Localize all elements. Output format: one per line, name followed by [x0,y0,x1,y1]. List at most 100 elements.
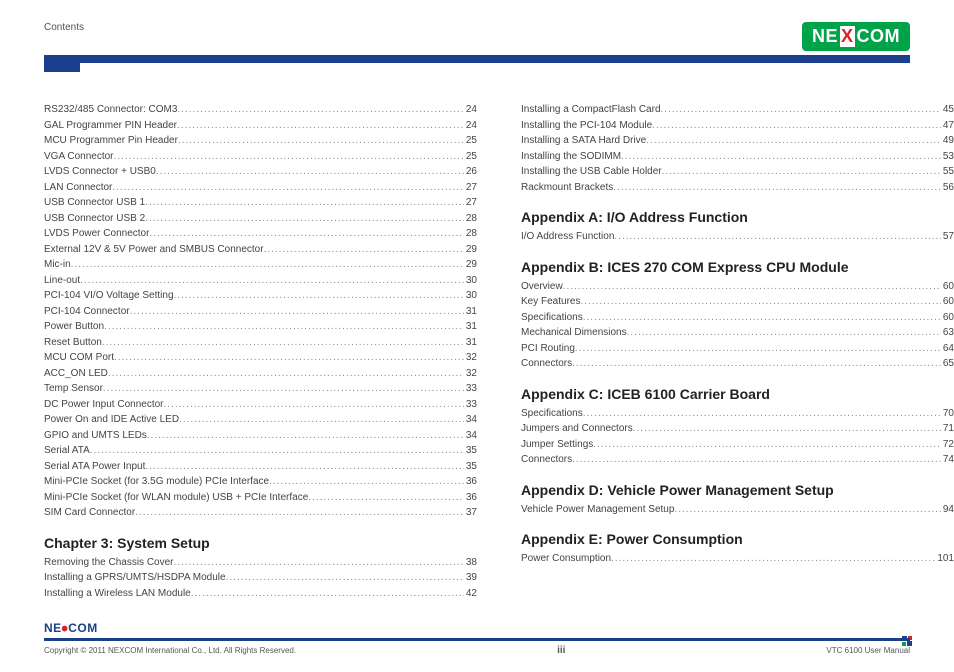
toc-entry[interactable]: SIM Card Connector37 [44,505,477,521]
section-heading: Appendix A: I/O Address Function [521,209,954,225]
toc-leader-dots [575,341,941,357]
toc-entry[interactable]: Vehicle Power Management Setup94 [521,502,954,518]
toc-leader-dots [583,406,941,422]
toc-entry[interactable]: Serial ATA35 [44,443,477,459]
toc-entry[interactable]: Overview60 [521,279,954,295]
toc-entry[interactable]: External 12V & 5V Power and SMBUS Connec… [44,242,477,258]
toc-entry[interactable]: USB Connector USB 228 [44,211,477,227]
toc-entry-page: 45 [941,102,954,118]
toc-entry-label: Serial ATA Power Input [44,459,145,475]
toc-entry-page: 36 [464,490,477,506]
toc-entry-page: 24 [464,118,477,134]
toc-entry[interactable]: Mini-PCIe Socket (for 3.5G module) PCIe … [44,474,477,490]
toc-entry[interactable]: Installing the SODIMM53 [521,149,954,165]
toc-entry[interactable]: Power Button31 [44,319,477,335]
toc-entry-page: 63 [941,325,954,341]
toc-entry[interactable]: MCU Programmer Pin Header 25 [44,133,477,149]
toc-entry-page: 60 [941,294,954,310]
toc-entry[interactable]: GAL Programmer PIN Header 24 [44,118,477,134]
toc-entry[interactable]: PCI Routing64 [521,341,954,357]
toc-entry-page: 28 [464,211,477,227]
toc-entry[interactable]: Connectors65 [521,356,954,372]
toc-entry[interactable]: Reset Button31 [44,335,477,351]
toc-entry-page: 101 [935,551,954,567]
toc-entry-page: 55 [941,164,954,180]
toc-entry[interactable]: Installing a SATA Hard Drive49 [521,133,954,149]
toc-entry[interactable]: Rackmount Brackets56 [521,180,954,196]
toc-entry-page: 57 [941,229,954,245]
toc-leader-dots [269,474,464,490]
toc-entry[interactable]: Power Consumption101 [521,551,954,567]
toc-entry[interactable]: Line-out30 [44,273,477,289]
logo-post: COM [857,26,901,47]
toc-entry[interactable]: RS232/485 Connector: COM324 [44,102,477,118]
toc-leader-dots [114,350,464,366]
toc-leader-dots [580,294,940,310]
toc-leader-dots [149,226,463,242]
toc-entry[interactable]: Specifications60 [521,310,954,326]
toc-entry[interactable]: VGA Connector25 [44,149,477,165]
toc-entry[interactable]: Removing the Chassis Cover38 [44,555,477,571]
toc-entry-page: 37 [464,505,477,521]
toc-entry-label: Reset Button [44,335,102,351]
toc-entry[interactable]: Jumpers and Connectors71 [521,421,954,437]
toc-entry[interactable]: Mini-PCIe Socket (for WLAN module) USB +… [44,490,477,506]
toc-entry[interactable]: Installing a GPRS/UMTS/HSDPA Module39 [44,570,477,586]
toc-entry-label: Jumpers and Connectors [521,421,633,437]
toc-leader-dots [633,421,941,437]
toc-entry[interactable]: LAN Connector27 [44,180,477,196]
toc-entry-page: 31 [464,319,477,335]
toc-entry[interactable]: Installing the PCI-104 Module47 [521,118,954,134]
toc-leader-dots [145,211,464,227]
toc-entry[interactable]: I/O Address Function57 [521,229,954,245]
toc-entry-page: 30 [464,273,477,289]
toc-entry-label: Installing a CompactFlash Card [521,102,661,118]
toc-entry[interactable]: Mic-in29 [44,257,477,273]
toc-entry[interactable]: Installing a Wireless LAN Module42 [44,586,477,602]
toc-entry-page: 42 [464,586,477,602]
toc-entry[interactable]: LVDS Connector + USB026 [44,164,477,180]
toc-entry[interactable]: Specifications70 [521,406,954,422]
toc-entry-page: 33 [464,397,477,413]
toc-entry[interactable]: GPIO and UMTS LEDs34 [44,428,477,444]
toc-leader-dots [662,164,941,180]
toc-entry[interactable]: ACC_ON LED32 [44,366,477,382]
toc-entry-page: 47 [941,118,954,134]
toc-entry[interactable]: Jumper Settings72 [521,437,954,453]
toc-entry[interactable]: Serial ATA Power Input 35 [44,459,477,475]
toc-leader-dots [613,180,941,196]
toc-entry-label: Power On and IDE Active LED [44,412,179,428]
toc-entry-label: USB Connector USB 1 [44,195,145,211]
toc-entry-page: 74 [941,452,954,468]
toc-entry-label: Installing the SODIMM [521,149,621,165]
toc-entry-page: 35 [464,459,477,475]
toc-entry[interactable]: Temp Sensor33 [44,381,477,397]
toc-entry-page: 25 [464,133,477,149]
toc-entry-label: GAL Programmer PIN Header [44,118,177,134]
toc-entry-label: MCU Programmer Pin Header [44,133,178,149]
toc-entry[interactable]: DC Power Input Connector33 [44,397,477,413]
toc-entry-page: 25 [464,149,477,165]
toc-entry[interactable]: Installing the USB Cable Holder55 [521,164,954,180]
toc-entry[interactable]: Key Features60 [521,294,954,310]
toc-entry[interactable]: PCI-104 VI/O Voltage Setting30 [44,288,477,304]
toc-leader-dots [145,195,464,211]
toc-entry-label: PCI Routing [521,341,575,357]
toc-entry-page: 29 [464,242,477,258]
toc-entry[interactable]: Installing a CompactFlash Card 45 [521,102,954,118]
toc-leader-dots [71,257,464,273]
toc-leader-dots [104,319,464,335]
toc-entry[interactable]: Mechanical Dimensions63 [521,325,954,341]
toc-entry[interactable]: PCI-104 Connector31 [44,304,477,320]
toc-entry[interactable]: USB Connector USB 127 [44,195,477,211]
toc-entry[interactable]: Connectors74 [521,452,954,468]
toc-leader-dots [156,164,464,180]
toc-entry-label: PCI-104 VI/O Voltage Setting [44,288,174,304]
toc-entry[interactable]: MCU COM Port32 [44,350,477,366]
toc-entry-label: Jumper Settings [521,437,593,453]
toc-leader-dots [583,310,941,326]
toc-entry[interactable]: LVDS Power Connector28 [44,226,477,242]
toc-leader-dots [174,288,464,304]
toc-leader-dots [191,586,464,602]
toc-entry[interactable]: Power On and IDE Active LED34 [44,412,477,428]
